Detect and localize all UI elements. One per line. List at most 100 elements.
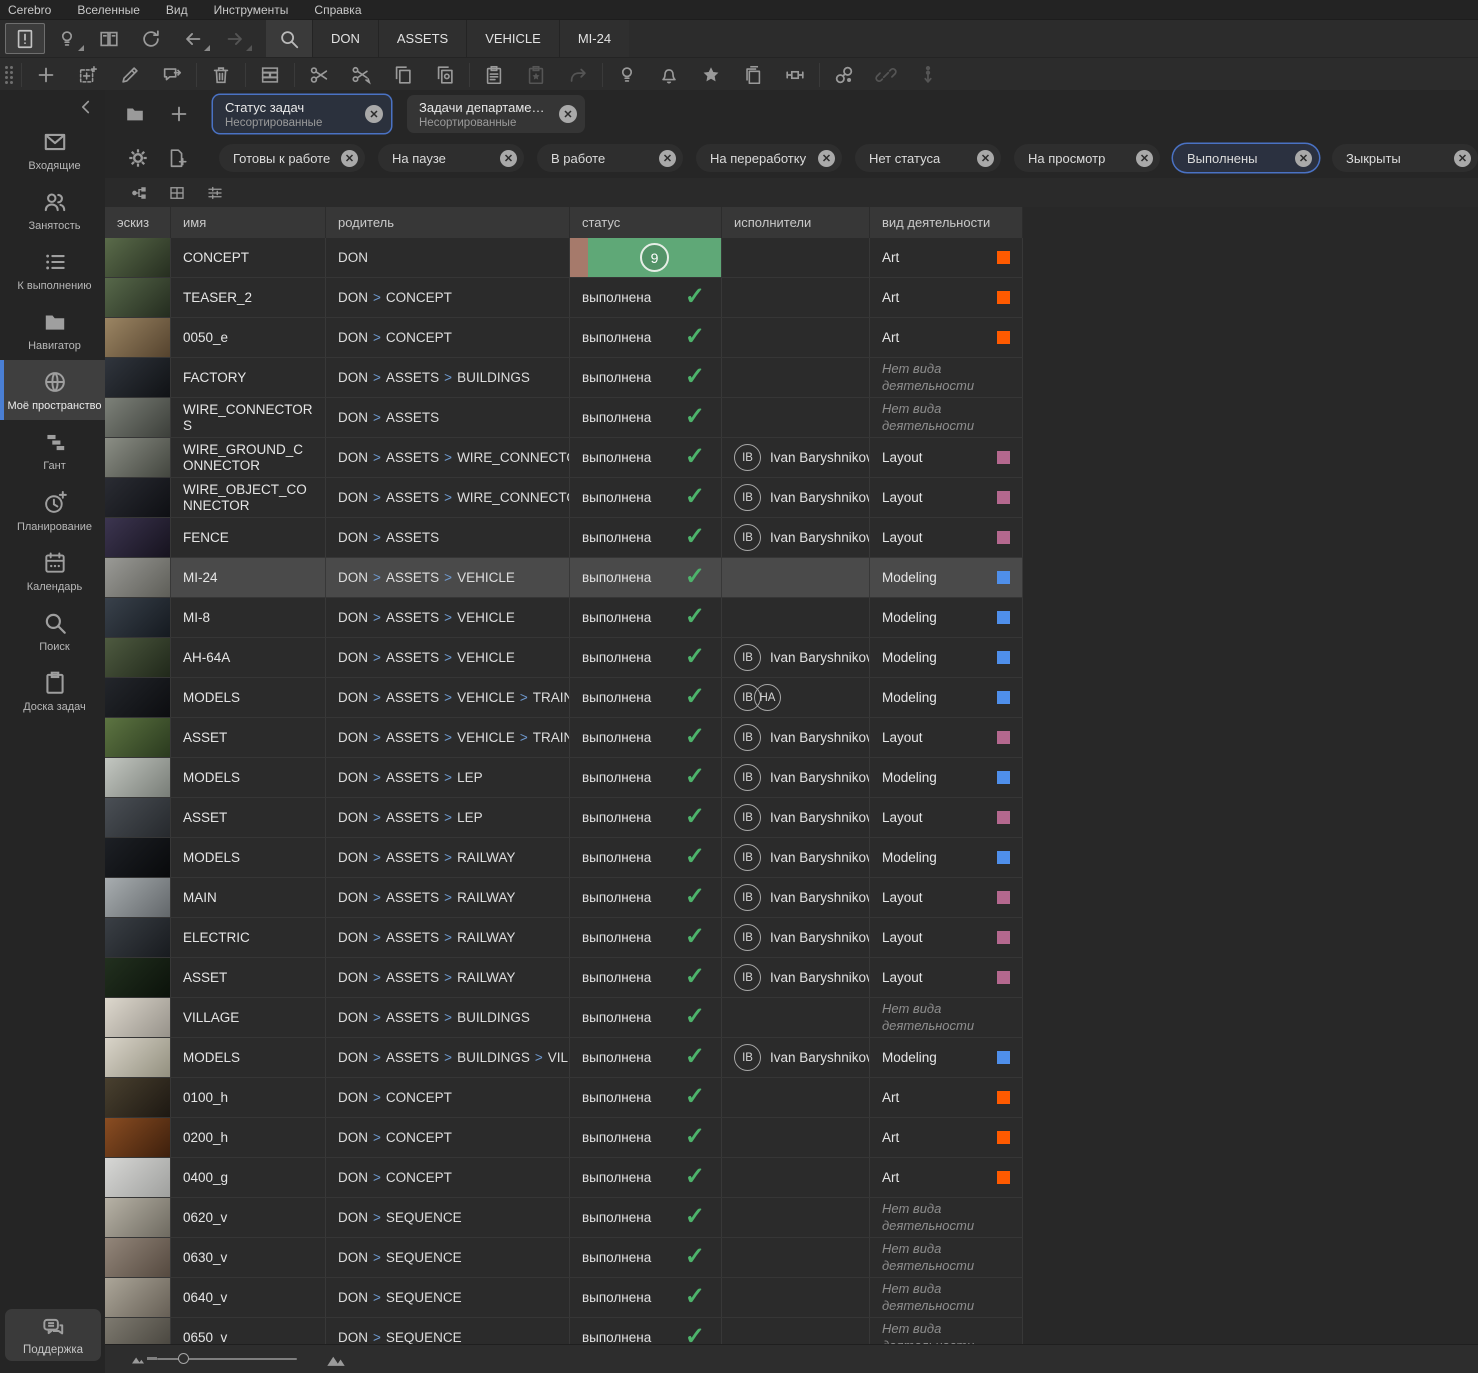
menubar-item-cerebro[interactable]: Cerebro — [8, 3, 51, 17]
task-row[interactable]: FACTORYDON>ASSETS>BUILDINGSвыполнена✓Нет… — [105, 358, 1023, 398]
sidebar-item-clock-plus[interactable]: Планирование — [0, 481, 105, 541]
task-row[interactable]: WIRE_CONNECTORSDON>ASSETSвыполнена✓Нет в… — [105, 398, 1023, 438]
toolbar-drag-handle[interactable] — [2, 62, 16, 88]
chip-close-icon[interactable]: ✕ — [818, 150, 835, 167]
task-row[interactable]: TEASER_2DON>CONCEPTвыполнена✓Art — [105, 278, 1023, 318]
cut-button[interactable] — [299, 60, 339, 91]
filter-chip[interactable]: Готовы к работе✕ — [219, 144, 365, 172]
breadcrumb-item-assets[interactable]: ASSETS — [378, 20, 466, 57]
filter-chip[interactable]: На просмотр✕ — [1014, 144, 1160, 172]
task-row[interactable]: 0630_vDON>SEQUENCEвыполнена✓Нет вида дея… — [105, 1238, 1023, 1278]
forward-message-button[interactable] — [152, 60, 192, 91]
chip-close-icon[interactable]: ✕ — [977, 150, 994, 167]
copy-button[interactable] — [383, 60, 423, 91]
menubar-item-вселенные[interactable]: Вселенные — [77, 3, 140, 17]
sidebar-item-calendar[interactable]: Календарь — [0, 541, 105, 601]
column-header[interactable]: имя — [171, 207, 326, 238]
sidebar-item-tasklist[interactable]: К выполнению — [0, 240, 105, 300]
sidebar-item-people[interactable]: Занятость — [0, 180, 105, 240]
column-header[interactable]: эскиз — [105, 207, 171, 238]
chip-close-icon[interactable]: ✕ — [1454, 150, 1471, 167]
filter-chip[interactable]: Нет статуса✕ — [855, 144, 1001, 172]
filter-chip[interactable]: На паузе✕ — [378, 144, 524, 172]
delete-button[interactable] — [201, 60, 241, 91]
sidebar-item-globe[interactable]: Моё пространство — [0, 360, 105, 420]
sidebar-item-search[interactable]: Поиск — [0, 601, 105, 661]
idea-button[interactable] — [607, 60, 647, 91]
clamp-button[interactable] — [775, 60, 815, 91]
add-button[interactable] — [26, 60, 66, 91]
filter-chip[interactable]: В работе✕ — [537, 144, 683, 172]
filter-chip[interactable]: На переработку✕ — [696, 144, 842, 172]
tab-2[interactable]: Задачи департаме…Несортированные✕ — [407, 95, 585, 133]
task-row[interactable]: MAINDON>ASSETS>RAILWAYвыполнена✓IBIvan B… — [105, 878, 1023, 918]
table-view-button[interactable] — [165, 181, 189, 205]
menubar-item-справка[interactable]: Справка — [314, 3, 361, 17]
back-button[interactable] — [173, 23, 213, 54]
sidebar-collapse-button[interactable] — [75, 96, 97, 118]
view-settings-button[interactable] — [203, 181, 227, 205]
link-tasks-button[interactable] — [824, 60, 864, 91]
filter-chip[interactable]: Зыкрыты✕ — [1332, 144, 1478, 172]
chip-close-icon[interactable]: ✕ — [341, 150, 358, 167]
add-task-button[interactable] — [68, 60, 108, 91]
refresh-button[interactable] — [131, 23, 171, 54]
filter-settings-button[interactable] — [123, 143, 152, 173]
task-row[interactable]: 0620_vDON>SEQUENCEвыполнена✓Нет вида дея… — [105, 1198, 1023, 1238]
add-filter-button[interactable] — [162, 143, 191, 173]
task-row[interactable]: MODELSDON>ASSETS>VEHICLE>TRAINSвыполнена… — [105, 678, 1023, 718]
tab-close-icon[interactable]: ✕ — [559, 105, 577, 123]
sidebar-item-clipboard[interactable]: Доска задач — [0, 661, 105, 721]
column-header[interactable]: родитель — [326, 207, 570, 238]
task-row[interactable]: ELECTRICDON>ASSETS>RAILWAYвыполнена✓IBIv… — [105, 918, 1023, 958]
task-row[interactable]: 0050_eDON>CONCEPTвыполнена✓Art — [105, 318, 1023, 358]
task-row[interactable]: 0200_hDON>CONCEPTвыполнена✓Art — [105, 1118, 1023, 1158]
search-button[interactable] — [266, 20, 312, 57]
task-row[interactable]: CONCEPTDON9Art — [105, 238, 1023, 278]
menubar-item-инструменты[interactable]: Инструменты — [214, 3, 289, 17]
favorite-button[interactable] — [691, 60, 731, 91]
breadcrumb-item-don[interactable]: DON — [312, 20, 378, 57]
sidebar-item-gantt[interactable]: Гант — [0, 420, 105, 480]
task-row[interactable]: 0640_vDON>SEQUENCEвыполнена✓Нет вида дея… — [105, 1278, 1023, 1318]
pages-button[interactable] — [733, 60, 773, 91]
tab-add-button[interactable] — [161, 98, 197, 130]
alerts-button[interactable] — [5, 23, 45, 54]
thumbnail-zoom-out-icon[interactable] — [129, 1350, 147, 1368]
filter-chip[interactable]: Выполнены✕ — [1173, 144, 1319, 172]
breadcrumb-item-vehicle[interactable]: VEHICLE — [466, 20, 559, 57]
thumbnail-size-slider[interactable] — [157, 1358, 297, 1360]
sidebar-item-mail[interactable]: Входящие — [0, 120, 105, 180]
task-row[interactable]: MODELSDON>ASSETS>BUILDINGS>VILLAGEвыполн… — [105, 1038, 1023, 1078]
task-row[interactable]: AH-64ADON>ASSETS>VEHICLEвыполнена✓IBIvan… — [105, 638, 1023, 678]
task-row[interactable]: WIRE_GROUND_CONNECTORDON>ASSETS>WIRE_CON… — [105, 438, 1023, 478]
task-row[interactable]: MODELSDON>ASSETS>RAILWAYвыполнена✓IBIvan… — [105, 838, 1023, 878]
menubar-item-вид[interactable]: Вид — [166, 3, 188, 17]
tab-close-icon[interactable]: ✕ — [365, 105, 383, 123]
task-row[interactable]: ASSETDON>ASSETS>LEPвыполнена✓IBIvan Bary… — [105, 798, 1023, 838]
chip-close-icon[interactable]: ✕ — [659, 150, 676, 167]
task-row[interactable]: ASSETDON>ASSETS>VEHICLE>TRAINSвыполнена✓… — [105, 718, 1023, 758]
task-row[interactable]: ASSETDON>ASSETS>RAILWAYвыполнена✓IBIvan … — [105, 958, 1023, 998]
task-row[interactable]: 0400_gDON>CONCEPTвыполнена✓Art — [105, 1158, 1023, 1198]
chip-close-icon[interactable]: ✕ — [1295, 150, 1312, 167]
ideas-button[interactable] — [47, 23, 87, 54]
task-row[interactable]: MODELSDON>ASSETS>LEPвыполнена✓IBIvan Bar… — [105, 758, 1023, 798]
hierarchy-view-button[interactable] — [127, 181, 151, 205]
task-row[interactable]: MI-24DON>ASSETS>VEHICLEвыполнена✓Modelin… — [105, 558, 1023, 598]
slider-knob[interactable] — [178, 1353, 189, 1364]
paste-button[interactable] — [474, 60, 514, 91]
column-header[interactable]: вид деятельности — [870, 207, 1023, 238]
breadcrumb-item-mi-24[interactable]: MI-24 — [559, 20, 629, 57]
layout-panels-button[interactable] — [89, 23, 129, 54]
tab-1[interactable]: Статус задачНесортированные✕ — [213, 95, 391, 133]
support-button[interactable]: Поддержка — [5, 1309, 101, 1361]
task-row[interactable]: MI-8DON>ASSETS>VEHICLEвыполнена✓Modeling — [105, 598, 1023, 638]
archive-button[interactable] — [250, 60, 290, 91]
task-row[interactable]: 0100_hDON>CONCEPTвыполнена✓Art — [105, 1078, 1023, 1118]
column-header[interactable]: статус — [570, 207, 722, 238]
chip-close-icon[interactable]: ✕ — [1136, 150, 1153, 167]
cut-alt-button[interactable] — [341, 60, 381, 91]
task-row[interactable]: 0650_vDON>SEQUENCEвыполнена✓Нет вида дея… — [105, 1318, 1023, 1345]
sidebar-item-folder[interactable]: Навигатор — [0, 300, 105, 360]
